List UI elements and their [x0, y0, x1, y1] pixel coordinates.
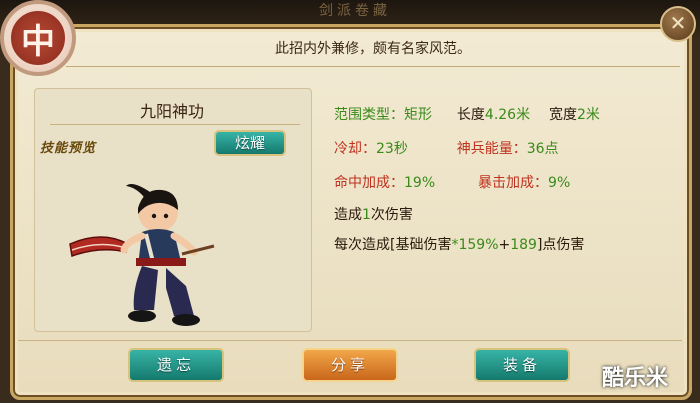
- damage-count-value: 1: [362, 207, 371, 223]
- equip-button[interactable]: 装备: [474, 348, 570, 382]
- stat-row-cooldown: 冷却：23秒 神兵能量：36点: [334, 138, 559, 158]
- per-hit-percent: *159%: [451, 237, 499, 253]
- background-title: 剑派卷藏: [319, 3, 391, 19]
- divider: [50, 124, 300, 125]
- sect-medallion: 中: [0, 0, 76, 76]
- crit-bonus-value: 9%: [548, 175, 571, 191]
- per-hit-suffix: ]点伤害: [536, 237, 585, 253]
- close-icon: ✕: [669, 11, 687, 35]
- flaunt-button[interactable]: 炫耀: [214, 130, 286, 156]
- stat-row-range: 范围类型：矩形 长度4.26米 宽度2米: [334, 104, 600, 124]
- range-type-value: 矩形: [404, 107, 432, 123]
- footer-divider: [18, 340, 682, 341]
- stat-row-per-hit: 每次造成[基础伤害*159%+189]点伤害: [334, 234, 584, 254]
- width-value: 2米: [576, 107, 600, 123]
- weapon-energy-value: 36点: [526, 141, 559, 157]
- per-hit-prefix: 每次造成[基础伤害: [334, 237, 452, 253]
- stat-row-damage-count: 造成1次伤害: [334, 204, 413, 224]
- close-button[interactable]: ✕: [660, 6, 696, 42]
- per-hit-plus: +: [498, 237, 511, 253]
- damage-count-suffix: 次伤害: [370, 207, 413, 223]
- watermark-logo: 酷乐米: [602, 366, 669, 391]
- weapon-energy-label: 神兵能量：: [456, 141, 527, 157]
- cooldown-value: 23秒: [376, 141, 408, 157]
- skill-name: 九阳神功: [139, 102, 204, 121]
- length-label: 长度: [456, 107, 485, 123]
- character-preview: [69, 184, 215, 326]
- crit-bonus-label: 暴击加成：: [478, 175, 549, 191]
- range-type-label: 范围类型：: [334, 107, 404, 123]
- hit-bonus-value: 19%: [404, 175, 436, 191]
- per-hit-flat: 189: [510, 237, 537, 253]
- skill-description: 此招内外兼修，颇有名家风范。: [66, 29, 680, 67]
- sect-glyph: 中: [9, 9, 67, 67]
- width-label: 宽度: [548, 107, 577, 123]
- length-value: 4.26米: [484, 107, 531, 123]
- hit-bonus-label: 命中加成：: [334, 175, 404, 191]
- forget-button[interactable]: 遗忘: [128, 348, 224, 382]
- share-button[interactable]: 分享: [302, 348, 398, 382]
- stat-row-bonus: 命中加成：19% 暴击加成：9%: [334, 172, 570, 192]
- cooldown-label: 冷却：: [334, 141, 376, 157]
- skill-preview-label: 技能预览: [40, 141, 97, 156]
- damage-count-prefix: 造成: [334, 207, 362, 223]
